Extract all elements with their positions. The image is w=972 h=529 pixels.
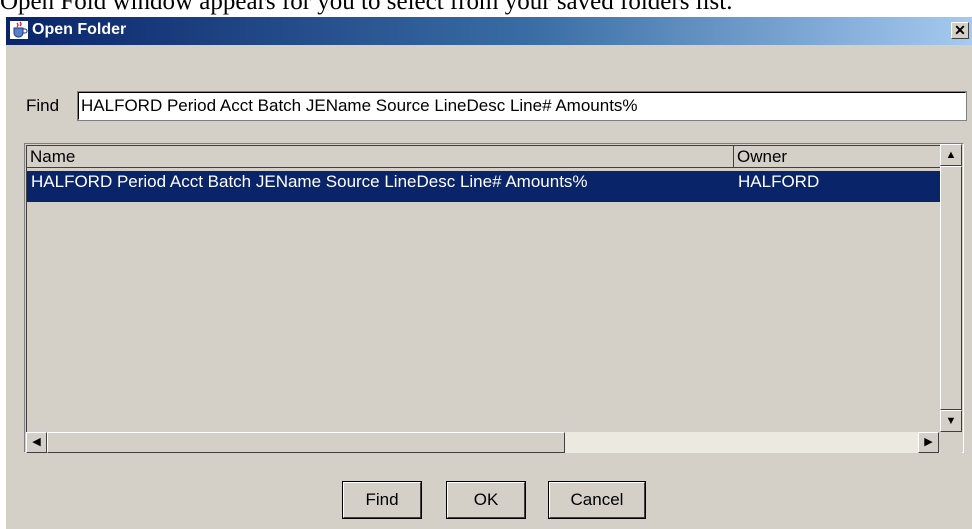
scroll-up-button[interactable]: ▲	[940, 144, 962, 166]
scrollbar-corner	[940, 432, 962, 453]
scroll-right-button[interactable]: ▶	[918, 432, 939, 453]
row-name-cell: HALFORD Period Acct Batch JEName Source …	[31, 172, 588, 191]
find-label: Find	[26, 96, 60, 115]
find-button[interactable]: Find	[342, 481, 422, 519]
column-header-name[interactable]: Name	[27, 146, 734, 168]
arrow-right-icon: ▶	[924, 436, 933, 448]
cancel-button[interactable]: Cancel	[548, 481, 646, 519]
title-bar[interactable]: Open Folder ✕	[6, 17, 972, 45]
open-folder-dialog: Open Folder ✕ Find HALFORD Period Acct B…	[6, 17, 972, 529]
close-icon: ✕	[954, 22, 966, 38]
document-caption: Open Fold window appears for you to sele…	[0, 0, 733, 15]
ok-button[interactable]: OK	[446, 481, 526, 519]
folder-list: Name Owner HALFORD Period Acct Batch JEN…	[24, 143, 964, 453]
arrow-up-icon: ▲	[945, 149, 957, 161]
table-row[interactable]: HALFORD Period Acct Batch JEName Source …	[27, 171, 940, 202]
arrow-down-icon: ▼	[945, 415, 957, 427]
column-header-owner[interactable]: Owner	[734, 146, 940, 168]
window-title: Open Folder	[32, 21, 127, 38]
arrow-left-icon: ◀	[32, 436, 41, 448]
find-input[interactable]: HALFORD Period Acct Batch JEName Source …	[77, 91, 967, 121]
scroll-left-button[interactable]: ◀	[26, 432, 47, 453]
row-owner-cell: HALFORD	[738, 172, 820, 191]
folder-table: Name Owner HALFORD Period Acct Batch JEN…	[26, 145, 940, 433]
vertical-scroll-thumb[interactable]	[940, 166, 962, 410]
close-button[interactable]: ✕	[951, 22, 969, 39]
java-cup-icon	[10, 21, 28, 39]
vertical-scrollbar[interactable]: ▲ ▼	[940, 144, 962, 432]
horizontal-scroll-thumb[interactable]	[47, 432, 565, 453]
scroll-down-button[interactable]: ▼	[940, 410, 962, 432]
horizontal-scrollbar[interactable]: ◀ ▶	[26, 432, 939, 453]
